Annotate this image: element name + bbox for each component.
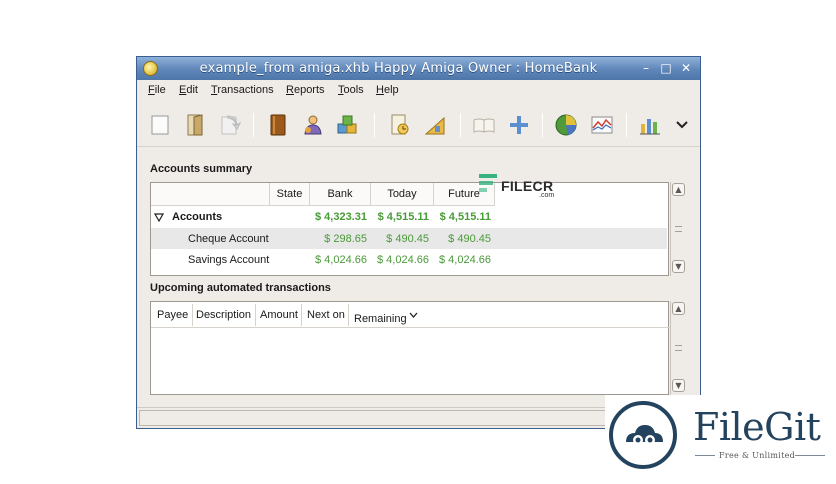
filegit-logo-icon	[609, 401, 677, 469]
column-header-payee[interactable]: Payee	[154, 304, 193, 326]
menu-reports[interactable]: Reports	[286, 84, 325, 96]
homebank-window: example_from amiga.xhb Happy Amiga Owner…	[136, 56, 701, 429]
menu-help[interactable]: Help	[376, 84, 399, 96]
group-name: Accounts	[172, 211, 223, 223]
scroll-up-arrow-icon[interactable]: ▲	[672, 183, 685, 196]
statistics-pie-icon[interactable]	[553, 112, 579, 138]
menu-transactions-label: ransactions	[217, 84, 274, 96]
menu-help-label: elp	[383, 84, 399, 96]
budget-icon[interactable]	[422, 112, 448, 138]
group-future: $ 4,515.11	[439, 211, 491, 223]
filecr-watermark: FILECR .com	[477, 172, 554, 199]
window-title: example_from amiga.xhb Happy Amiga Owner…	[199, 61, 598, 76]
scroll-down-arrow-icon[interactable]: ▼	[672, 260, 685, 273]
column-header-remaining: Remaining	[354, 313, 407, 325]
toolbar-separator	[460, 113, 461, 137]
accounts-table: State Bank Today Future Accounts $ 4,323…	[150, 182, 669, 276]
menu-edit-label: dit	[186, 84, 198, 96]
accounts-book-icon[interactable]	[265, 112, 291, 138]
payees-icon[interactable]	[300, 112, 326, 138]
menu-help-mnemonic: H	[376, 84, 384, 96]
chevron-down-icon	[409, 312, 418, 318]
scheduled-transactions-icon[interactable]	[387, 112, 413, 138]
column-header-bank[interactable]: Bank	[310, 183, 371, 206]
save-file-icon[interactable]	[217, 112, 243, 138]
filegit-tagline: Free & Unlimited	[719, 451, 796, 460]
menu-tools[interactable]: Tools	[338, 84, 364, 96]
account-name: Cheque Account	[188, 233, 269, 245]
table-row[interactable]: Savings Account $ 4,024.66 $ 4,024.66 $ …	[151, 249, 667, 270]
new-file-icon[interactable]	[147, 112, 173, 138]
accounts-scrollbar[interactable]: ▲ ▼	[670, 182, 686, 276]
balance-report-icon[interactable]	[589, 112, 615, 138]
column-header-next-on[interactable]: Next on	[302, 304, 349, 326]
column-header-name[interactable]	[151, 183, 270, 206]
account-future: $ 490.45	[448, 233, 491, 245]
column-header-state[interactable]: State	[270, 183, 310, 206]
filegit-name: FileGit	[693, 405, 821, 449]
account-name: Savings Account	[188, 254, 270, 266]
account-today: $ 490.45	[386, 233, 429, 245]
account-future: $ 4,024.66	[439, 254, 491, 266]
minimize-button[interactable]: –	[638, 60, 654, 76]
table-row[interactable]: Cheque Account $ 298.65 $ 490.45 $ 490.4…	[151, 228, 667, 249]
menu-file[interactable]: File	[148, 84, 166, 96]
tagline-rule-right	[795, 455, 825, 456]
remaining-dropdown[interactable]: Remaining	[349, 304, 425, 326]
open-file-icon[interactable]	[182, 112, 208, 138]
menu-reports-mnemonic: R	[286, 84, 294, 96]
scroll-down-arrow-icon[interactable]: ▼	[672, 379, 685, 392]
group-bank: $ 4,323.31	[315, 211, 367, 223]
status-text-box	[139, 410, 679, 426]
scroll-grip-icon[interactable]	[675, 226, 682, 232]
categories-puzzle-icon[interactable]	[335, 112, 361, 138]
scroll-up-arrow-icon[interactable]: ▲	[672, 302, 685, 315]
column-header-amount[interactable]: Amount	[256, 304, 302, 326]
upcoming-title: Upcoming automated transactions	[150, 282, 331, 294]
menu-file-label: ile	[154, 84, 166, 96]
toolbar-separator	[542, 113, 543, 137]
column-header-description[interactable]: Description	[193, 304, 256, 326]
menu-bar: File Edit Transactions Reports Tools Hel…	[137, 80, 700, 102]
account-bank: $ 4,024.66	[315, 254, 367, 266]
toolbar-separator	[253, 113, 254, 137]
add-transaction-icon[interactable]	[506, 112, 532, 138]
more-chevron-icon[interactable]	[673, 112, 691, 138]
budget-chart-icon[interactable]	[637, 112, 663, 138]
menu-reports-label: eports	[293, 84, 325, 96]
tagline-rule-left	[695, 455, 715, 456]
close-button[interactable]: ✕	[678, 60, 694, 76]
table-row-group[interactable]: Accounts $ 4,323.31 $ 4,515.11 $ 4,515.1…	[151, 207, 670, 228]
toolbar-separator	[626, 113, 627, 137]
app-icon[interactable]	[143, 61, 158, 76]
account-bank: $ 298.65	[324, 233, 367, 245]
upcoming-scrollbar[interactable]: ▲ ▼	[670, 301, 686, 395]
toolbar	[137, 103, 700, 147]
maximize-button[interactable]: □	[658, 60, 674, 76]
account-today: $ 4,024.66	[377, 254, 429, 266]
accounts-summary-title: Accounts summary	[150, 163, 253, 175]
filecr-domain: .com	[539, 192, 555, 199]
expander-triangle-icon[interactable]	[154, 213, 164, 222]
title-bar[interactable]: example_from amiga.xhb Happy Amiga Owner…	[137, 57, 700, 80]
filegit-watermark: FileGit Free & Unlimited	[605, 395, 836, 484]
upcoming-table: Payee Description Amount Next on Remaini…	[150, 301, 670, 395]
menu-transactions[interactable]: Transactions	[211, 84, 274, 96]
filecr-logo-icon	[479, 174, 497, 192]
menu-file-mnemonic: F	[148, 84, 155, 96]
column-header-today[interactable]: Today	[371, 183, 434, 206]
scroll-grip-icon[interactable]	[675, 345, 682, 351]
group-today: $ 4,515.11	[377, 211, 429, 223]
toolbar-separator	[374, 113, 375, 137]
show-transactions-icon[interactable]	[471, 112, 497, 138]
menu-edit[interactable]: Edit	[179, 84, 198, 96]
menu-tools-label: ools	[343, 84, 364, 96]
